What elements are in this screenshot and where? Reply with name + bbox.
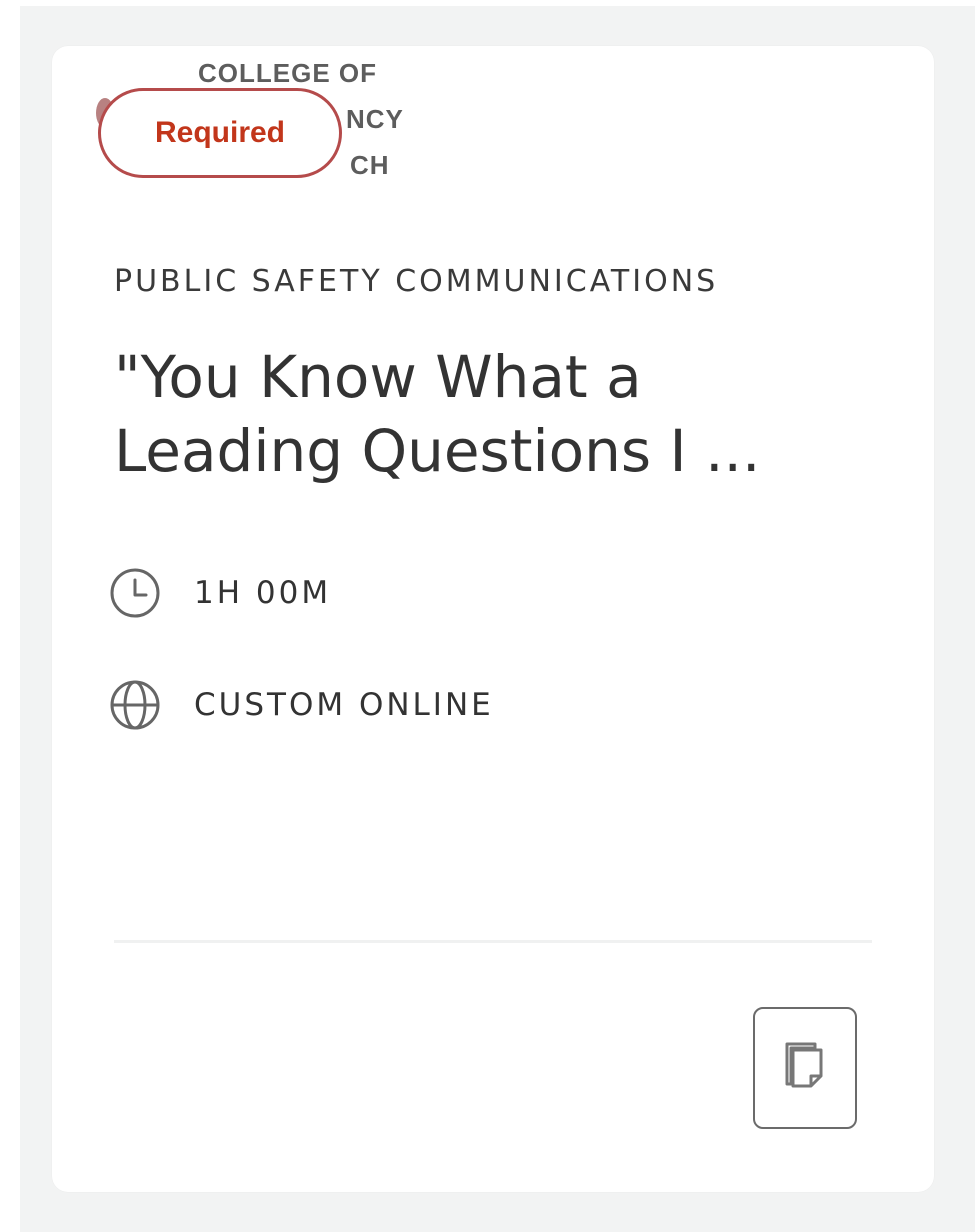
globe-icon bbox=[110, 680, 160, 730]
copy-icon bbox=[781, 1038, 829, 1098]
required-badge: Required bbox=[98, 88, 342, 178]
course-title[interactable]: "You Know What a Leading Questions I ... bbox=[114, 340, 874, 488]
clock-icon bbox=[110, 568, 160, 618]
duration-text: 1H 00M bbox=[194, 575, 332, 611]
card-divider bbox=[114, 940, 872, 943]
logo-line-2: NCY bbox=[346, 104, 404, 134]
format-text: CUSTOM ONLINE bbox=[194, 687, 494, 723]
copy-button[interactable] bbox=[753, 1007, 857, 1129]
duration-row: 1H 00M bbox=[110, 568, 331, 618]
course-category: PUBLIC SAFETY COMMUNICATIONS bbox=[114, 264, 719, 299]
logo-line-1: COLLEGE OF bbox=[198, 58, 377, 88]
format-row: CUSTOM ONLINE bbox=[110, 680, 494, 730]
logo-line-3: CH bbox=[350, 150, 390, 180]
